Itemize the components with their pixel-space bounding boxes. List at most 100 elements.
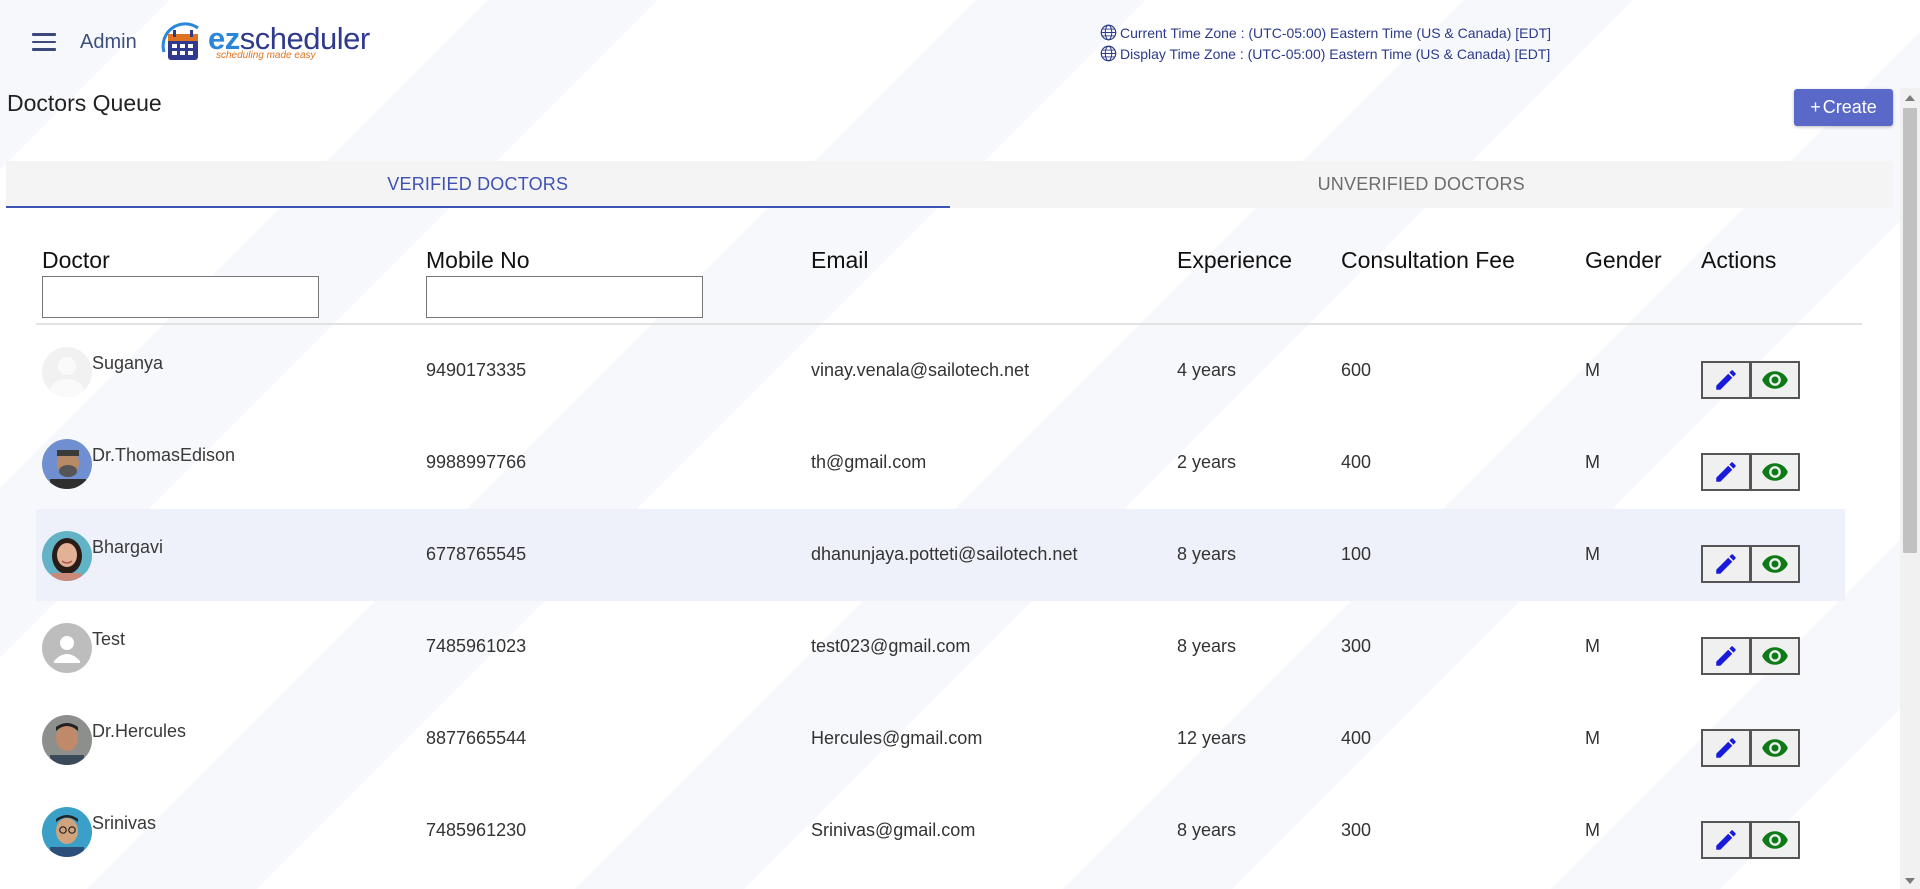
fee-cell: 100 bbox=[1341, 544, 1372, 564]
view-button[interactable] bbox=[1750, 729, 1800, 767]
gender-cell: M bbox=[1585, 820, 1600, 840]
experience-cell: 2 years bbox=[1177, 452, 1237, 472]
page-title: Doctors Queue bbox=[7, 90, 162, 116]
doctor-name: Srinivas bbox=[92, 813, 157, 833]
email-cell: th@gmail.com bbox=[811, 452, 927, 472]
fee-cell: 300 bbox=[1341, 636, 1372, 656]
pencil-icon bbox=[1716, 738, 1736, 758]
experience-cell: 8 years bbox=[1177, 820, 1237, 840]
avatar bbox=[42, 347, 92, 397]
mobile-cell: 9490173335 bbox=[426, 360, 527, 380]
column-header-doctor: Doctor bbox=[42, 247, 110, 273]
column-header-actions: Actions bbox=[1701, 247, 1777, 273]
view-button[interactable] bbox=[1750, 545, 1800, 583]
gender-cell: M bbox=[1585, 452, 1600, 472]
hamburger-icon[interactable] bbox=[32, 33, 56, 53]
table-row[interactable]: Bhargavi 6778765545 dhanunjaya.potteti@sai… bbox=[36, 509, 1845, 601]
scroll-thumb[interactable] bbox=[1903, 108, 1917, 553]
pencil-icon bbox=[1716, 830, 1736, 850]
table-row[interactable]: Test 7485961023 test023@gmail.com 8 years 30… bbox=[36, 601, 1845, 693]
view-button[interactable] bbox=[1750, 453, 1800, 491]
pencil-icon bbox=[1716, 554, 1736, 574]
fee-cell: 400 bbox=[1341, 452, 1372, 472]
doctor-tabs: VERIFIED DOCTORS UNVERIFIED DOCTORS bbox=[6, 161, 1893, 208]
mobile-cell: 6778765545 bbox=[426, 544, 527, 564]
eye-icon bbox=[1762, 647, 1788, 665]
current-timezone-text: Current Time Zone : (UTC-05:00) Eastern … bbox=[1120, 24, 1552, 41]
column-header-experience: Experience bbox=[1177, 247, 1293, 273]
column-header-consultation-fee: Consultation Fee bbox=[1341, 247, 1515, 273]
email-cell: Hercules@gmail.com bbox=[811, 728, 983, 748]
avatar bbox=[42, 807, 92, 857]
fee-cell: 600 bbox=[1341, 360, 1372, 380]
eye-icon bbox=[1762, 739, 1788, 757]
column-header-mobile: Mobile No bbox=[426, 247, 530, 273]
display-timezone-text: Display Time Zone : (UTC-05:00) Eastern … bbox=[1120, 45, 1551, 62]
edit-button[interactable] bbox=[1701, 545, 1751, 583]
experience-cell: 8 years bbox=[1177, 544, 1237, 564]
avatar bbox=[42, 623, 92, 673]
doctor-name: Bhargavi bbox=[92, 537, 164, 557]
calendar-logo-icon bbox=[161, 22, 199, 60]
table-row[interactable]: Dr.ThomasEdison 9988997766 th@gmail.com 2 y… bbox=[36, 417, 1845, 509]
logo-tagline: scheduling made easy bbox=[216, 50, 316, 61]
pencil-icon bbox=[1716, 646, 1736, 666]
view-button[interactable] bbox=[1750, 821, 1800, 859]
eye-icon bbox=[1762, 831, 1788, 849]
doctor-filter-input[interactable] bbox=[42, 276, 319, 318]
column-header-gender: Gender bbox=[1585, 247, 1662, 273]
scroll-down-arrow-icon[interactable] bbox=[1905, 878, 1915, 884]
mobile-cell: 9988997766 bbox=[426, 452, 527, 472]
plus-icon: + bbox=[1810, 97, 1821, 117]
table-row[interactable]: Suganya 9490173335 vinay.venala@sailotech.… bbox=[36, 325, 1845, 417]
top-header: Admin ezscheduler scheduling made easy C… bbox=[0, 0, 1900, 88]
mobile-filter-input[interactable] bbox=[426, 276, 703, 318]
email-cell: test023@gmail.com bbox=[811, 636, 971, 656]
email-cell: Srinivas@gmail.com bbox=[811, 820, 976, 840]
experience-cell: 12 years bbox=[1177, 728, 1247, 748]
avatar bbox=[42, 439, 92, 489]
column-header-email: Email bbox=[811, 247, 869, 273]
email-cell: dhanunjaya.potteti@sailotech.net bbox=[811, 544, 1078, 564]
table-row[interactable]: Srinivas 7485961230 Srinivas@gmail.com 8 ye… bbox=[36, 785, 1845, 877]
display-timezone: Display Time Zone : (UTC-05:00) Eastern … bbox=[1100, 45, 1550, 62]
view-button[interactable] bbox=[1750, 637, 1800, 675]
eye-icon bbox=[1762, 371, 1788, 389]
create-button[interactable]: + Create bbox=[1794, 89, 1893, 126]
user-label: Admin bbox=[80, 31, 137, 53]
tab-verified-doctors[interactable]: VERIFIED DOCTORS bbox=[6, 161, 950, 208]
table-row[interactable]: Dr.Hercules 8877665544 Hercules@gmail.com 1… bbox=[36, 693, 1845, 785]
doctor-name: Test bbox=[92, 629, 126, 649]
gender-cell: M bbox=[1585, 636, 1600, 656]
globe-icon bbox=[1100, 24, 1117, 41]
edit-button[interactable] bbox=[1701, 361, 1751, 399]
mobile-cell: 8877665544 bbox=[426, 728, 527, 748]
avatar bbox=[42, 531, 92, 581]
avatar bbox=[42, 715, 92, 765]
mobile-cell: 7485961023 bbox=[426, 636, 527, 656]
gender-cell: M bbox=[1585, 728, 1600, 748]
edit-button[interactable] bbox=[1701, 637, 1751, 675]
doctor-name: Suganya bbox=[92, 353, 164, 373]
pencil-icon bbox=[1716, 370, 1736, 390]
mobile-cell: 7485961230 bbox=[426, 820, 527, 840]
gender-cell: M bbox=[1585, 544, 1600, 564]
scroll-up-arrow-icon[interactable] bbox=[1905, 95, 1915, 101]
edit-button[interactable] bbox=[1701, 453, 1751, 491]
gender-cell: M bbox=[1585, 360, 1600, 380]
tab-unverified-doctors[interactable]: UNVERIFIED DOCTORS bbox=[950, 161, 1894, 208]
edit-button[interactable] bbox=[1701, 821, 1751, 859]
fee-cell: 400 bbox=[1341, 728, 1372, 748]
eye-icon bbox=[1762, 463, 1788, 481]
eye-icon bbox=[1762, 555, 1788, 573]
page: Admin ezscheduler scheduling made easy C… bbox=[0, 0, 1920, 889]
view-button[interactable] bbox=[1750, 361, 1800, 399]
email-cell: vinay.venala@sailotech.net bbox=[811, 360, 1030, 380]
edit-button[interactable] bbox=[1701, 729, 1751, 767]
vertical-scrollbar[interactable] bbox=[1900, 88, 1920, 889]
ezscheduler-logo[interactable]: ezscheduler scheduling made easy bbox=[158, 18, 370, 66]
pencil-icon bbox=[1716, 462, 1736, 482]
create-label: Create bbox=[1822, 97, 1877, 117]
doctor-name: Dr.ThomasEdison bbox=[92, 445, 236, 465]
current-timezone: Current Time Zone : (UTC-05:00) Eastern … bbox=[1100, 24, 1551, 41]
